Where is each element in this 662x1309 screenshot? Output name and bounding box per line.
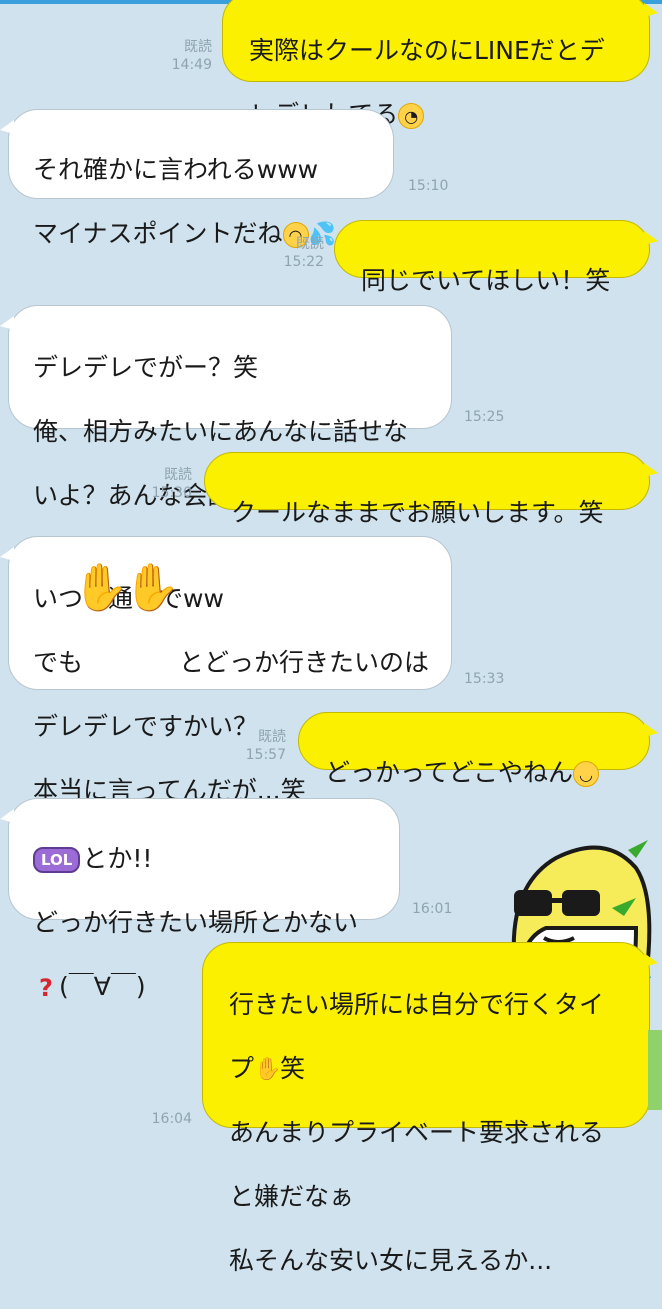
eye-roll-face-icon: ◔: [398, 103, 425, 129]
timestamp: 16:01: [412, 901, 453, 917]
message-bubble-outgoing[interactable]: 行きたい場所には自分で行くタイ プ✋笑 あんまりプライベート要求される と嫌だな…: [202, 942, 658, 1275]
message-bubble-outgoing[interactable]: 実際はクールなのにLINEだとデ レデレしてる◔: [222, 0, 658, 129]
message-line: どっかってどこやねん: [325, 758, 574, 787]
timestamp: 15:22: [283, 254, 324, 270]
red-question-icon: ?: [39, 974, 53, 1002]
message-line: と嫌だなぁ: [229, 1182, 355, 1211]
timestamp: 14:49: [171, 57, 212, 73]
side-sticker-edge: [648, 1030, 662, 1110]
read-receipt: 既読 15:30: [140, 466, 192, 502]
read-receipt: 既読 15:22: [272, 235, 324, 271]
message-line: あんまりプライベート要求される: [229, 1118, 605, 1147]
message-bubble-incoming[interactable]: LOL とか!! どっか行きたい場所とかない ? (￣∀￣): [0, 798, 400, 1001]
message-line: 実際はクールなのにLINEだとデ: [249, 36, 605, 65]
smile-face-icon: ◡: [573, 761, 600, 787]
timestamp: 15:33: [464, 671, 505, 687]
timestamp: 15:25: [464, 409, 505, 425]
message-line: とか!!: [82, 844, 153, 873]
lol-sticker-icon: LOL: [33, 847, 81, 873]
message-bubble-incoming[interactable]: デレデレでがー？笑 俺、相方みたいにあんなに話せな いよ？あんな会話もできんし💦: [0, 305, 452, 510]
message-line: とどっか行きたいのは: [179, 648, 430, 677]
timestamp: 15:57: [245, 747, 286, 763]
read-label: 既読: [296, 236, 324, 252]
timestamp: 16:04: [151, 1111, 192, 1127]
message-line: クールなままでお願いします。笑: [231, 498, 604, 527]
read-label: 既読: [258, 729, 286, 745]
message-bubble-incoming[interactable]: それ確かに言われるwww マイナスポイントだね ◠ 💦: [0, 109, 394, 248]
message-line: 笑: [280, 1054, 306, 1083]
read-receipt: 既読 15:57: [234, 728, 286, 764]
read-label: 既読: [184, 39, 212, 55]
message-line: デレデレでがー？笑: [33, 353, 259, 382]
message-line: (￣∀￣): [59, 972, 146, 1001]
raised-hands-icon: ✋✋: [72, 560, 181, 614]
message-bubble-outgoing[interactable]: クールなままでお願いします。笑: [204, 452, 658, 527]
message-bubble-outgoing[interactable]: どっかってどこやねん ◡: [298, 712, 658, 787]
message-bubble-outgoing[interactable]: 同じでいてほしい！笑: [334, 220, 658, 295]
message-line: マイナスポイントだね: [33, 219, 283, 248]
read-label: 既読: [164, 467, 192, 483]
message-line: 私そんな安い女に見えるか...: [229, 1246, 553, 1275]
message-line: 俺、相方みたいにあんなに話せな: [33, 417, 409, 446]
message-line: それ確かに言われるwww: [33, 155, 319, 184]
message-line: 行きたい場所には自分で行くタイ: [229, 990, 605, 1019]
read-receipt: 既読 14:49: [160, 38, 212, 74]
timestamp: 15:30: [151, 485, 192, 501]
message-line: どっか行きたい場所とかない: [33, 908, 359, 937]
raised-hand-icon: ✋: [254, 1057, 282, 1082]
timestamp: 15:10: [408, 178, 449, 194]
message-line: 同じでいてほしい！笑: [361, 266, 611, 295]
message-line: でも: [33, 648, 84, 677]
message-line: プ: [229, 1054, 255, 1083]
